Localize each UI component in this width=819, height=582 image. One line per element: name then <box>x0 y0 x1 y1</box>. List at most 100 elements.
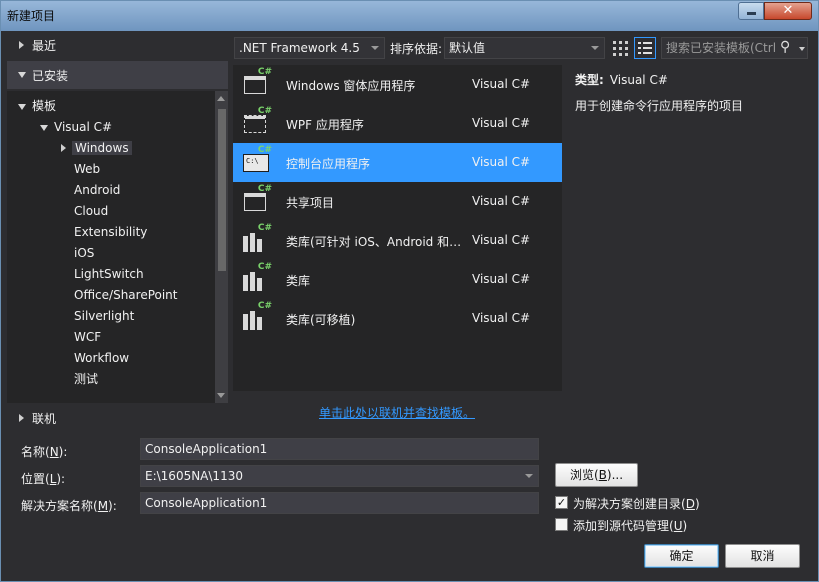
template-lang: Visual C# <box>472 77 531 91</box>
location-input[interactable]: E:\1605NA\1130 <box>140 465 539 487</box>
template-lang: Visual C# <box>472 233 531 247</box>
sort-select[interactable]: 默认值 <box>444 37 605 59</box>
expand-arrow-icon <box>19 414 24 422</box>
template-item[interactable]: C# 类库(可针对 iOS、Android 和… Visual C# <box>233 221 562 260</box>
detail-description: 用于创建命令行应用程序的项目 <box>575 99 744 113</box>
online-templates-link[interactable]: 单击此处以联机并查找模板。 <box>319 404 475 421</box>
template-name: 类库(可移植) <box>286 313 356 327</box>
tree-item-wcf[interactable]: WCF <box>74 327 101 347</box>
template-item[interactable]: C# 共享项目 Visual C# <box>233 182 562 221</box>
tree-item-office-sharepoint[interactable]: Office/SharePoint <box>74 285 178 305</box>
close-icon: ✕ <box>782 3 794 18</box>
location-value: E:\1605NA\1130 <box>145 469 243 483</box>
scroll-up-icon[interactable] <box>217 96 225 101</box>
tree-item-silverlight[interactable]: Silverlight <box>74 306 134 326</box>
minimize-icon <box>747 12 756 15</box>
location-label: 位置(L): <box>21 472 66 486</box>
list-view-icon[interactable] <box>634 37 656 59</box>
tree-item-web[interactable]: Web <box>74 159 100 179</box>
class-library-icon: C# <box>242 301 272 332</box>
tree-item-android[interactable]: Android <box>74 180 120 200</box>
tree-scrollbar[interactable] <box>215 91 228 403</box>
windows-form-icon: C# <box>242 67 272 98</box>
close-button[interactable]: ✕ <box>764 2 812 20</box>
detail-type-value: Visual C# <box>609 73 668 87</box>
template-name: WPF 应用程序 <box>286 118 364 132</box>
template-lang: Visual C# <box>472 311 531 325</box>
detail-type-label: 类型: <box>575 73 604 87</box>
template-lang: Visual C# <box>472 272 531 286</box>
nav-installed[interactable]: 已安装 <box>7 61 228 89</box>
tree-item-windows[interactable]: Windows <box>61 138 132 158</box>
nav-installed-label: 已安装 <box>32 68 69 83</box>
solution-name-input[interactable]: ConsoleApplication1 <box>140 492 539 514</box>
window-title: 新建项目 <box>7 9 56 23</box>
shared-project-icon: C# <box>242 184 272 215</box>
template-lang: Visual C# <box>472 116 531 130</box>
tree-item-test[interactable]: 测试 <box>74 369 98 389</box>
chevron-down-icon <box>371 46 379 50</box>
tree-item-extensibility[interactable]: Extensibility <box>74 222 147 242</box>
template-name: 控制台应用程序 <box>286 157 371 171</box>
template-item-selected[interactable]: C# C:\ 控制台应用程序 Visual C# <box>233 143 562 182</box>
template-item[interactable]: C# WPF 应用程序 Visual C# <box>233 104 562 143</box>
chevron-down-icon[interactable] <box>799 47 805 51</box>
collapse-arrow-icon <box>18 72 26 78</box>
source-control-label: 添加到源代码管理(U) <box>573 519 688 533</box>
minimize-button[interactable] <box>738 2 764 20</box>
template-item[interactable]: C# Windows 窗体应用程序 Visual C# <box>233 65 562 104</box>
template-name: 类库(可针对 iOS、Android 和… <box>286 235 462 249</box>
tree-item-cloud[interactable]: Cloud <box>74 201 108 221</box>
template-item[interactable]: C# 类库 Visual C# <box>233 260 562 299</box>
name-label: 名称(N): <box>21 445 68 459</box>
wpf-icon: C# <box>242 106 272 137</box>
collapse-arrow-icon <box>40 125 48 131</box>
collapse-arrow-icon <box>18 104 26 110</box>
expand-arrow-icon <box>61 144 66 152</box>
nav-recent-label: 最近 <box>32 38 57 53</box>
class-library-icon: C# <box>242 223 272 254</box>
template-name: 类库 <box>286 274 311 288</box>
cancel-button[interactable]: 取消 <box>725 544 800 568</box>
search-icon[interactable]: ⚲ <box>780 39 790 55</box>
scroll-down-icon[interactable] <box>217 393 225 398</box>
sort-value: 默认值 <box>449 41 486 55</box>
solution-name-label: 解决方案名称(M): <box>21 499 117 513</box>
framework-value: .NET Framework 4.5 <box>239 41 360 55</box>
tree-item-templates[interactable]: 模板 <box>18 96 56 116</box>
tree-item-label: 模板 <box>32 99 57 113</box>
new-project-dialog: 新建项目 ✕ 最近 已安装 模板 Visual C# Windows Web A… <box>0 0 819 582</box>
template-name: 共享项目 <box>286 196 335 210</box>
create-directory-checkbox[interactable]: ✓ <box>555 496 568 509</box>
class-library-icon: C# <box>242 262 272 293</box>
browse-button[interactable]: 浏览(B)... <box>555 463 638 487</box>
template-item[interactable]: C# 类库(可移植) Visual C# <box>233 299 562 338</box>
expand-arrow-icon <box>19 41 24 49</box>
tree-item-workflow[interactable]: Workflow <box>74 348 129 368</box>
ok-button[interactable]: 确定 <box>644 544 719 568</box>
dialog-body: 最近 已安装 模板 Visual C# Windows Web Android … <box>7 31 814 577</box>
chevron-down-icon[interactable] <box>525 474 533 478</box>
framework-select[interactable]: .NET Framework 4.5 <box>234 37 385 59</box>
detail-type: 类型: Visual C# <box>575 71 668 88</box>
scroll-thumb[interactable] <box>218 109 226 271</box>
template-list: C# Windows 窗体应用程序 Visual C# C# WPF 应用程序 … <box>233 65 562 391</box>
tree-item-label: Visual C# <box>54 120 113 134</box>
template-name: Windows 窗体应用程序 <box>286 79 416 93</box>
template-tree: 模板 Visual C# Windows Web Android Cloud E… <box>7 91 215 403</box>
chevron-down-icon <box>591 46 599 50</box>
template-lang: Visual C# <box>472 155 531 169</box>
tree-item-label: Windows <box>72 141 132 155</box>
project-form: 名称(N): ConsoleApplication1 位置(L): E:\160… <box>7 433 814 577</box>
template-lang: Visual C# <box>472 194 531 208</box>
search-input[interactable] <box>662 38 776 58</box>
nav-recent[interactable]: 最近 <box>7 31 227 59</box>
source-control-checkbox[interactable] <box>555 518 568 531</box>
tree-item-lightswitch[interactable]: LightSwitch <box>74 264 144 284</box>
tree-item-ios[interactable]: iOS <box>74 243 94 263</box>
name-input[interactable]: ConsoleApplication1 <box>140 438 539 460</box>
tree-item-visual-csharp[interactable]: Visual C# <box>40 117 112 137</box>
title-bar[interactable]: 新建项目 ✕ <box>1 1 818 31</box>
grid-view-icon[interactable] <box>611 38 631 58</box>
nav-online[interactable]: 联机 <box>7 405 228 431</box>
